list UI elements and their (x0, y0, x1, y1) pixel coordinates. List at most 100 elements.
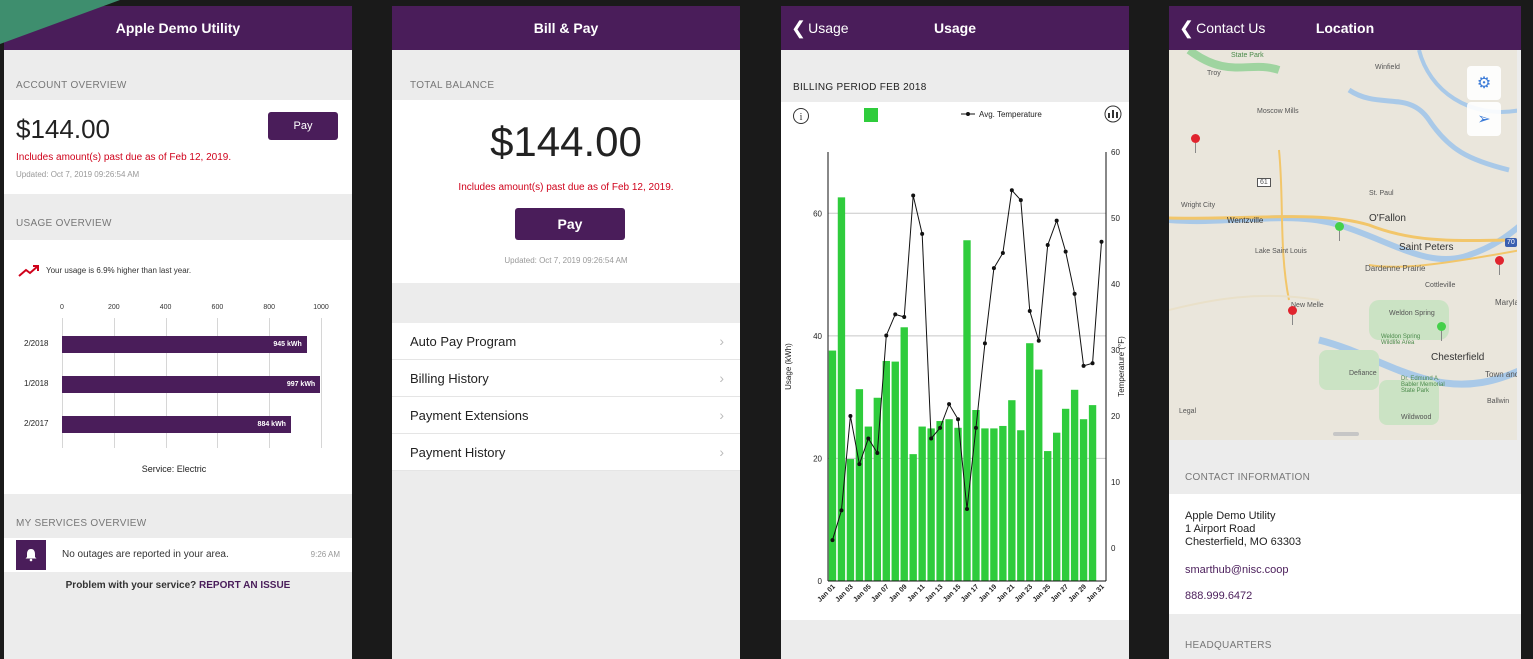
map-label-legal: Legal (1179, 408, 1197, 415)
bill-menu-item[interactable]: Billing History › (392, 360, 740, 397)
nav-bar: ❮ Contact Us Location (1169, 6, 1521, 50)
past-due-notice: Includes amount(s) past due as of Feb 12… (458, 182, 674, 193)
bill-menu-item[interactable]: Payment Extensions › (392, 397, 740, 434)
back-button[interactable]: ❮ Usage (791, 6, 849, 50)
chevron-right-icon: › (719, 370, 724, 386)
map-pin-green[interactable] (1335, 222, 1344, 241)
map-label-maryland: Maryla (1495, 298, 1517, 307)
temperature-point (830, 538, 835, 543)
chart-x-tick-label: Jan 13 (924, 583, 944, 603)
chart-x-tick-label: Jan 09 (888, 583, 908, 603)
nav-title: Usage (933, 20, 977, 36)
outage-text: No outages are reported in your area. (62, 549, 229, 560)
screen-location: ❮ Contact Us Location State Park Troy Win… (1169, 6, 1521, 659)
map-label-dr-edmund: Dr. Edmund A. Babler Memorial State Park (1401, 376, 1445, 394)
chart-settings-icon[interactable] (1104, 105, 1122, 123)
temperature-point (1009, 188, 1014, 193)
usage-bar (1008, 400, 1016, 581)
drag-handle[interactable] (1333, 432, 1359, 436)
map-locate-arrow-icon[interactable]: ➢ (1467, 102, 1501, 136)
temperature-point (965, 507, 969, 512)
usage-note: Your usage is 6.9% higher than last year… (18, 264, 191, 277)
map-pin-green[interactable] (1437, 322, 1446, 341)
chart-x-tick-label: Jan 31 (1086, 583, 1106, 603)
usage-axis: 0 200 400 600 800 1000 (4, 304, 352, 316)
pay-button[interactable]: Pay (515, 208, 625, 240)
map-label-wildwood: Wildwood (1401, 414, 1432, 421)
usage-bar (900, 327, 908, 581)
map-pin-red[interactable] (1191, 134, 1200, 153)
map-label-route-61: 61 (1257, 178, 1271, 187)
usage-bar[interactable]: 884 kWh (62, 416, 291, 433)
back-button[interactable]: ❮ Contact Us (1179, 6, 1265, 50)
usage-bar[interactable]: 997 kWh (62, 376, 321, 393)
total-balance-header: TOTAL BALANCE (410, 80, 495, 91)
usage-bar (846, 459, 855, 581)
chart-x-tick-label: Jan 07 (870, 583, 890, 603)
chart-x-tick-label: Jan 29 (1068, 583, 1088, 603)
usage-bar[interactable]: 945 kWh (62, 336, 307, 353)
chart-x-tick-label: Jan 21 (996, 583, 1016, 603)
map-label-lake-saint-louis: Lake Saint Louis (1255, 248, 1307, 255)
usage-bar (981, 428, 989, 581)
temperature-point (902, 315, 907, 319)
svg-text:i: i (800, 112, 803, 123)
usage-bar (1052, 432, 1061, 581)
map-label-winfield: Winfield (1375, 64, 1400, 71)
map-settings-gear-icon[interactable]: ⚙ (1467, 66, 1501, 100)
outage-time: 9:26 AM (310, 550, 340, 559)
contact-card: Apple Demo Utility 1 Airport Road Chesterf… (1169, 494, 1521, 614)
temperature-point (866, 436, 871, 441)
usage-bar-label: 1/2018 (24, 379, 49, 388)
pay-button[interactable]: Pay (268, 112, 338, 140)
problem-text: Problem with your service? (65, 580, 197, 591)
outage-row[interactable]: No outages are reported in your area. 9:… (4, 538, 352, 572)
chart-y-axis-title: Usage (kWh) (784, 343, 793, 390)
chart-y2-tick-label: 10 (1111, 478, 1120, 487)
usage-bar (999, 425, 1007, 581)
chart-x-tick-label: Jan 05 (852, 583, 872, 603)
map-label-troy: Troy (1207, 70, 1221, 77)
bill-menu-item[interactable]: Auto Pay Program › (392, 323, 740, 360)
headquarters-header: HEADQUARTERS (1185, 640, 1272, 651)
bill-menu-label: Billing History (410, 370, 489, 386)
contact-phone-link[interactable]: 888.999.6472 (1185, 590, 1252, 602)
bill-menu-item[interactable]: Payment History › (392, 434, 740, 471)
contact-panel: CONTACT INFORMATION Apple Demo Utility 1 … (1169, 432, 1521, 659)
screen-dashboard: Apple Demo Utility ACCOUNT OVERVIEW $144… (4, 6, 352, 659)
temperature-point (929, 436, 934, 441)
service-label: Service: Electric (141, 464, 207, 474)
chart-y2-tick-label: 20 (1111, 412, 1120, 421)
usage-bar (1044, 451, 1052, 581)
usage-bar (927, 428, 935, 581)
chart-x-tick-label: Jan 25 (1032, 583, 1052, 603)
map-label-route-70: 70 (1505, 238, 1517, 247)
temperature-point (1000, 250, 1005, 255)
chevron-right-icon: › (719, 333, 724, 349)
chart-y2-tick-label: 60 (1111, 148, 1120, 157)
map-view[interactable]: State Park Troy Winfield Moscow Mills 61… (1169, 50, 1517, 440)
temperature-point (991, 266, 996, 271)
chevron-left-icon: ❮ (1179, 17, 1195, 38)
contact-email-link[interactable]: smarthub@nisc.coop (1185, 564, 1289, 576)
map-label-ofallon: O'Fallon (1369, 213, 1406, 224)
info-icon[interactable]: i (793, 108, 809, 124)
map-label-moscow-mills: Moscow Mills (1257, 108, 1299, 115)
temperature-point (893, 312, 898, 317)
usage-chart-card: i Avg. Temperature 0 20 40 60 0 10 20 30 40 50 60 U… (781, 102, 1129, 620)
screen-usage: ❮ Usage Usage BILLING PERIOD FEB 2018 i A… (781, 6, 1129, 659)
address-line: 1 Airport Road (1185, 523, 1256, 535)
usage-bar (891, 361, 899, 581)
map-pin-red[interactable] (1288, 306, 1297, 325)
past-due-notice: Includes amount(s) past due as of Feb 12… (16, 152, 232, 163)
report-issue-link[interactable]: REPORT AN ISSUE (199, 580, 290, 591)
bill-menu-label: Auto Pay Program (410, 333, 517, 349)
usage-bar-row: 2/2018 945 kWh (4, 336, 344, 354)
bill-menu-label: Payment History (410, 444, 506, 460)
map-label-cottleville: Cottleville (1425, 282, 1456, 289)
temperature-point (1072, 291, 1077, 296)
nav-bar: Bill & Pay (392, 6, 740, 50)
legend-temp-marker (966, 112, 970, 116)
temperature-point (938, 425, 943, 430)
map-pin-red[interactable] (1495, 256, 1504, 275)
